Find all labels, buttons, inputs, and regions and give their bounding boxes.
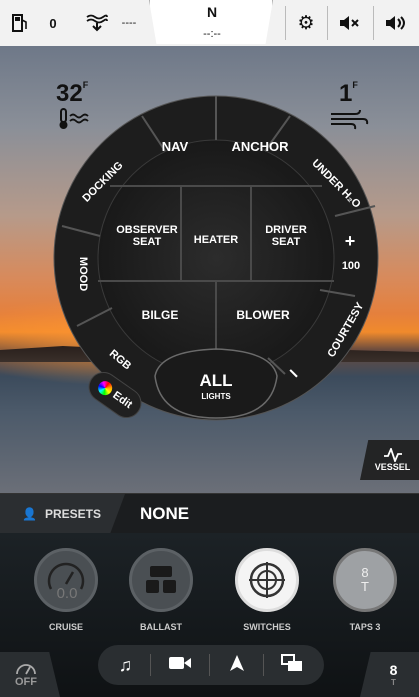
driver-seat-label-1: DRIVER bbox=[265, 224, 307, 236]
person-icon: 👤 bbox=[22, 507, 37, 521]
taps-value: 8 bbox=[361, 564, 369, 580]
heater-button[interactable]: HEATER bbox=[181, 234, 251, 246]
taps-label: TAPS 3 bbox=[349, 622, 381, 632]
presets-button[interactable]: 👤 PRESETS bbox=[0, 494, 125, 534]
compass-readout: --:-- bbox=[203, 28, 221, 40]
ballast-label: BALLAST bbox=[140, 622, 182, 632]
music-note-icon: ♫ bbox=[118, 654, 133, 675]
depth-icon bbox=[84, 0, 110, 46]
taps-icon: 8 T bbox=[333, 548, 397, 612]
settings-button[interactable]: ⚙ bbox=[286, 0, 326, 46]
navigation-button[interactable] bbox=[228, 654, 246, 677]
taps-sub: T bbox=[361, 579, 369, 594]
cruise-value: 0.0 bbox=[56, 585, 78, 602]
cruise-icon bbox=[34, 548, 98, 612]
observer-seat-label-2: SEAT bbox=[132, 236, 162, 249]
vessel-label: VESSEL bbox=[374, 462, 411, 472]
blower-button[interactable]: BLOWER bbox=[228, 308, 298, 322]
status-bar: 0 ---- N --:-- ⚙ bbox=[0, 0, 419, 46]
cruise-label: CRUISE bbox=[48, 622, 83, 632]
fuel-icon bbox=[10, 0, 30, 46]
taps-quick-sub: T bbox=[391, 678, 396, 687]
taps-quick-value: 8 bbox=[389, 662, 398, 678]
ballast-icon bbox=[129, 548, 193, 612]
speedometer-icon bbox=[16, 663, 36, 674]
presets-label: PRESETS bbox=[44, 507, 101, 521]
switches-label: SWITCHES bbox=[243, 622, 291, 632]
presets-bar: 👤 PRESETS NONE bbox=[0, 493, 419, 534]
fuel-value: 0 bbox=[49, 15, 57, 31]
gear-icon: ⚙ bbox=[297, 12, 315, 34]
color-wheel-icon bbox=[95, 378, 115, 398]
taps-button[interactable]: 8 T TAPS 3 bbox=[330, 548, 400, 632]
split-screen-icon bbox=[281, 653, 303, 671]
brightness-value: 100 bbox=[341, 260, 361, 272]
observer-seat-label-1: OBSERVER bbox=[116, 224, 178, 236]
volume-button[interactable] bbox=[374, 0, 418, 46]
observer-seat-button[interactable]: OBSERVER SEAT bbox=[112, 224, 182, 248]
bilge-button[interactable]: BILGE bbox=[130, 308, 190, 322]
media-bar: ♫ bbox=[98, 645, 324, 685]
pulse-icon bbox=[383, 448, 402, 462]
speaker-icon bbox=[386, 16, 405, 30]
mute-button[interactable] bbox=[328, 0, 372, 46]
ballast-button[interactable]: BALLAST bbox=[126, 548, 196, 632]
all-lights-label: ALL bbox=[199, 371, 233, 390]
anchor-lights-button[interactable]: ANCHOR bbox=[225, 139, 295, 154]
compass-heading: N bbox=[206, 4, 218, 20]
vessel-button[interactable]: VESSEL bbox=[360, 440, 419, 480]
all-lights-sub: LIGHTS bbox=[201, 391, 231, 401]
mute-icon bbox=[340, 16, 359, 30]
driver-seat-label-2: SEAT bbox=[271, 236, 301, 249]
switches-button[interactable]: SWITCHES bbox=[232, 548, 302, 632]
switches-icon bbox=[235, 548, 299, 612]
brightness-plus-button[interactable]: + bbox=[340, 231, 360, 252]
mood-lights-button[interactable]: MOOD bbox=[77, 249, 89, 299]
nav-lights-button[interactable]: NAV bbox=[155, 139, 195, 154]
music-button[interactable]: ♫ bbox=[119, 655, 133, 676]
cruise-off-label: OFF bbox=[15, 675, 37, 688]
presets-value: NONE bbox=[140, 504, 190, 523]
edit-label: Edit bbox=[110, 389, 135, 412]
depth-value: ---- bbox=[121, 17, 137, 29]
driver-seat-button[interactable]: DRIVER SEAT bbox=[251, 224, 321, 248]
camera-button[interactable] bbox=[168, 655, 192, 676]
all-lights-button[interactable]: ALL LIGHTS bbox=[176, 371, 256, 401]
navigation-arrow-icon bbox=[229, 654, 244, 671]
lighting-dial: NAV ANCHOR UNDER H₂O DOCKING OBSERVER SE… bbox=[0, 46, 419, 466]
split-screen-button[interactable] bbox=[281, 653, 303, 677]
camera-icon bbox=[168, 656, 191, 669]
